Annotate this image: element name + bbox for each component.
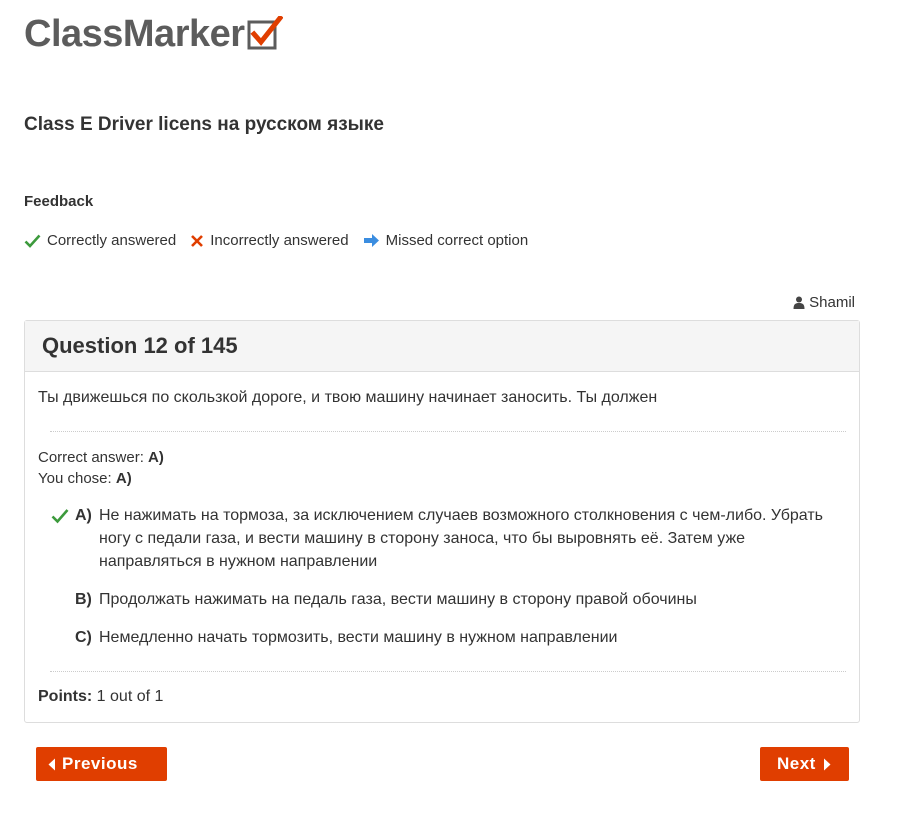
- answer-summary: Correct answer: A) You chose: A): [38, 447, 164, 489]
- divider: [50, 431, 846, 432]
- user-name: Shamil: [809, 294, 855, 311]
- cross-icon: [191, 234, 204, 247]
- check-icon: [51, 509, 69, 524]
- feedback-heading: Feedback: [24, 193, 94, 210]
- question-header: Question 12 of 145: [25, 321, 859, 372]
- quiz-title: Class E Driver licens на русском языке: [24, 114, 384, 135]
- legend-incorrect: Incorrectly answered: [190, 232, 349, 249]
- option-letter: C): [75, 629, 92, 646]
- logo-text: ClassMarker: [24, 13, 245, 55]
- legend-correct: Correctly answered: [24, 232, 176, 249]
- points-label: Points:: [38, 688, 93, 705]
- feedback-legend: Correctly answered Incorrectly answered …: [24, 232, 542, 249]
- question-number: Question 12 of 145: [42, 333, 238, 358]
- chosen-answer-label: You chose:: [38, 470, 112, 487]
- option-letter: B): [75, 591, 92, 608]
- legend-correct-label: Correctly answered: [47, 232, 177, 249]
- correct-answer-value: A): [148, 449, 164, 466]
- user-indicator: Shamil: [793, 294, 855, 311]
- option-text: Не нажимать на тормоза, за исключением с…: [99, 507, 823, 570]
- points-value: 1 out of 1: [96, 688, 164, 705]
- caret-right-icon: [823, 758, 831, 770]
- next-button-label: Next: [777, 754, 816, 773]
- divider: [50, 671, 846, 672]
- legend-incorrect-label: Incorrectly answered: [210, 232, 349, 249]
- previous-button[interactable]: Previous: [36, 747, 167, 781]
- option-letter: A): [75, 507, 92, 524]
- points-line: Points: 1 out of 1: [38, 688, 163, 706]
- answer-option-b: B) Продолжать нажимать на педаль газа, в…: [51, 588, 841, 611]
- logo-checkbox-icon: [247, 16, 283, 50]
- answer-option-c: C) Немедленно начать тормозить, вести ма…: [51, 626, 841, 649]
- previous-button-label: Previous: [62, 754, 138, 773]
- chosen-answer-value: A): [115, 470, 132, 487]
- option-text: Немедленно начать тормозить, вести машин…: [99, 629, 618, 646]
- question-panel: Question 12 of 145 Ты движешься по сколь…: [24, 320, 860, 723]
- correct-answer-label: Correct answer:: [38, 449, 144, 466]
- answer-option-a: A) Не нажимать на тормоза, за исключение…: [51, 504, 841, 573]
- arrow-right-icon: [363, 234, 379, 247]
- correct-answer-line: Correct answer: A): [38, 447, 164, 468]
- next-button[interactable]: Next: [760, 747, 849, 781]
- user-icon: [793, 296, 805, 309]
- legend-missed: Missed correct option: [363, 232, 529, 249]
- caret-left-icon: [48, 758, 55, 770]
- question-text: Ты движешься по скользкой дороге, и твою…: [38, 389, 658, 406]
- check-icon: [24, 234, 41, 248]
- option-text: Продолжать нажимать на педаль газа, вест…: [99, 591, 697, 608]
- classmarker-logo: ClassMarker: [24, 10, 283, 54]
- chosen-answer-line: You chose: A): [38, 468, 164, 489]
- legend-missed-label: Missed correct option: [385, 232, 529, 249]
